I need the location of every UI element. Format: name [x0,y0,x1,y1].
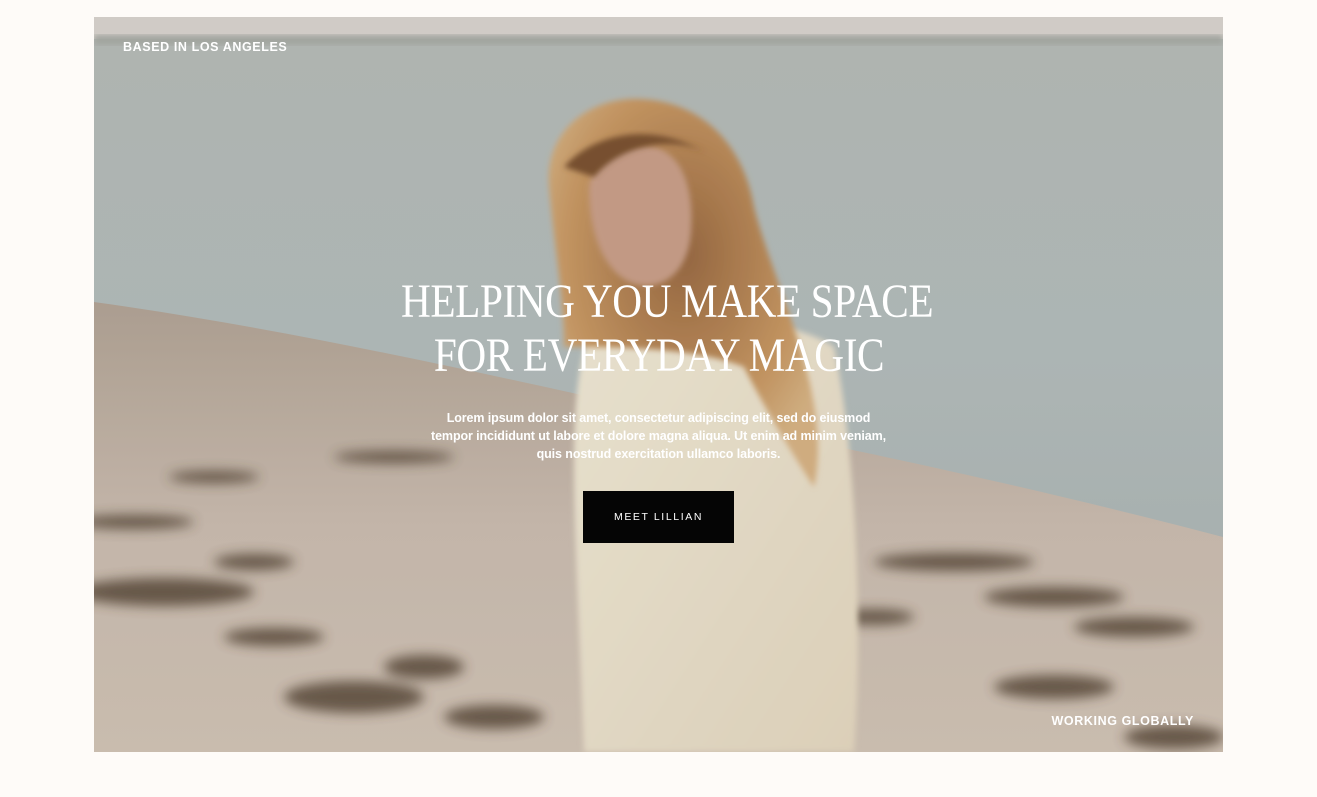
hero-body-text: Lorem ipsum dolor sit amet, consectetur … [431,411,886,461]
working-globally-label: WORKING GLOBALLY [1051,714,1194,728]
page: BASED IN LOS ANGELES HELPING YOU MAKE SP… [0,0,1317,797]
meet-lillian-button[interactable]: MEET LILLIAN [583,491,734,543]
hero-section: BASED IN LOS ANGELES HELPING YOU MAKE SP… [94,17,1223,752]
hero-headline-line-1: HELPING YOU MAKE SPACE [400,275,934,328]
location-label: BASED IN LOS ANGELES [123,40,288,54]
hero-headline: HELPING YOU MAKE SPACE FOR EVERYDAY MAGI… [400,275,934,383]
hero-content: HELPING YOU MAKE SPACE FOR EVERYDAY MAGI… [94,275,1223,543]
hero-headline-line-2: FOR EVERYDAY MAGIC [433,329,884,382]
